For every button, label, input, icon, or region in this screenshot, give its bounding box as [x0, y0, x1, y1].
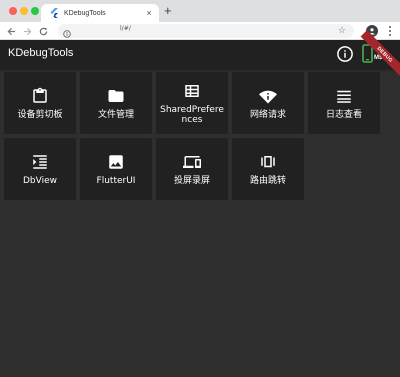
folder-icon	[108, 89, 124, 102]
info-icon[interactable]	[336, 45, 354, 63]
browser-toolbar: ☆ l/#/	[0, 22, 400, 40]
tool-label: SharedPreferences	[160, 104, 224, 125]
tool-label: 网络请求	[249, 109, 286, 120]
tool-tile-screen-cast[interactable]: 投屏录屏	[156, 138, 228, 200]
minimize-window-button[interactable]	[20, 7, 28, 15]
browser-tab-bar: KDebugTools × +	[0, 0, 400, 22]
tool-tile-flutter-ui[interactable]: FlutterUI	[80, 138, 152, 200]
tool-label: 设备剪切板	[17, 109, 63, 120]
menu-lines-icon	[337, 90, 351, 103]
reload-icon[interactable]	[37, 24, 49, 38]
bookmark-star-icon[interactable]: ☆	[338, 25, 346, 36]
browser-tab[interactable]: KDebugTools ×	[41, 4, 159, 22]
back-icon[interactable]	[5, 24, 17, 38]
table-icon	[185, 84, 199, 97]
browser-menu-icon[interactable]	[387, 24, 393, 38]
tool-tile-shared-preferences[interactable]: SharedPreferences	[156, 72, 228, 134]
forward-icon[interactable]	[21, 24, 33, 38]
tab-title: KDebugTools	[64, 9, 106, 17]
app-bar: KDebugTools M$$0	[0, 40, 400, 68]
tool-label: 路由跳转	[249, 175, 286, 186]
image-icon	[109, 154, 123, 169]
tool-tile-logs[interactable]: 日志查看	[308, 72, 380, 134]
wifi-icon	[259, 90, 277, 103]
tool-label: 文件管理	[97, 109, 134, 120]
tool-label: 投屏录屏	[173, 175, 210, 186]
tool-label: 日志查看	[325, 109, 362, 120]
tool-tile-files[interactable]: 文件管理	[80, 72, 152, 134]
devices-icon	[183, 155, 201, 168]
tool-tile-network[interactable]: 网络请求	[232, 72, 304, 134]
address-bar[interactable]: ☆	[58, 24, 354, 38]
close-window-button[interactable]	[9, 7, 17, 15]
new-tab-button[interactable]: +	[164, 3, 172, 19]
tool-tile-dbview[interactable]: DbView	[4, 138, 76, 200]
tab-close-icon[interactable]: ×	[143, 8, 155, 18]
tool-label: DbView	[22, 175, 57, 186]
tools-grid: 设备剪切板 文件管理 SharedPreferences 网络请求 日志查看 D…	[4, 72, 384, 200]
url-text: l/#/	[120, 25, 131, 32]
indent-list-icon	[33, 154, 47, 169]
page-title: KDebugTools	[8, 47, 74, 59]
tool-tile-clipboard[interactable]: 设备剪切板	[4, 72, 76, 134]
app-window: KDebugTools × + ☆ l/#/ KDebugTools DEBUG…	[0, 0, 400, 377]
view-carousel-icon	[261, 155, 275, 167]
flutter-favicon-icon	[50, 8, 58, 18]
tool-tile-router[interactable]: 路由跳转	[232, 138, 304, 200]
clipboard-icon	[33, 87, 47, 103]
maximize-window-button[interactable]	[31, 7, 39, 15]
tool-label: FlutterUI	[96, 175, 136, 186]
